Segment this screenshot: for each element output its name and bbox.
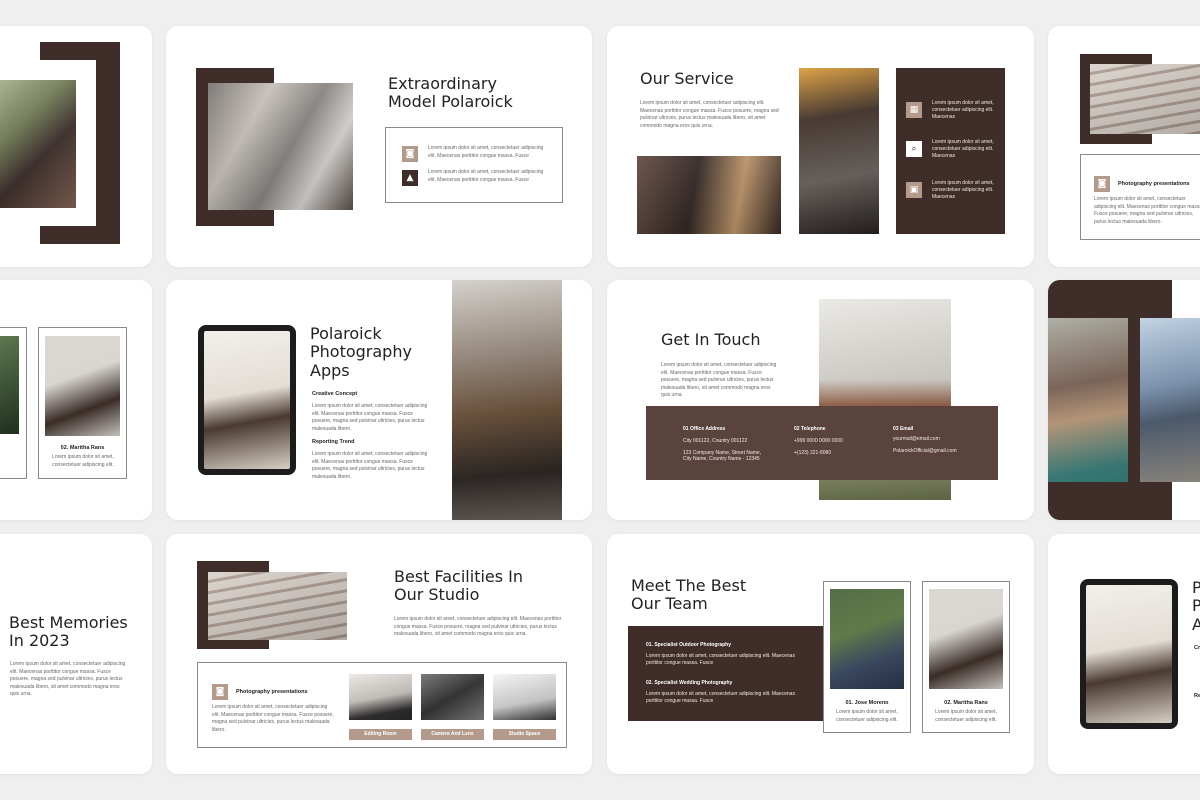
slide-thumbnail-memories[interactable]: Best Memories In 2023 Lorem ipsum dolor … bbox=[0, 534, 152, 774]
mountain-icon: ▲ bbox=[402, 170, 418, 186]
camera-icon: ◙ bbox=[212, 684, 228, 700]
reporting-trend-label: Reporting Trend bbox=[312, 439, 355, 445]
tablet-mockup bbox=[198, 325, 296, 475]
memories-title: Best Memories In 2023 bbox=[9, 613, 128, 651]
trend-label-partial: Re bbox=[1194, 693, 1200, 699]
slide-thumbnail-team-left[interactable]: 02. Maritha Rans Lorem ipsum dolor sit a… bbox=[0, 280, 152, 520]
camera-icon: ◙ bbox=[1094, 176, 1110, 192]
editing-room-photo bbox=[349, 674, 412, 720]
team-dark-panel bbox=[628, 626, 824, 721]
team-item-2-label: 02. Specialist Wedding Photography bbox=[646, 680, 733, 686]
slide-thumbnail-presentation-right[interactable]: ◙ Photography presentations Lorem ipsum … bbox=[1048, 26, 1200, 267]
calendar-icon: ▦ bbox=[906, 102, 922, 118]
creative-concept-label: Creative Concept bbox=[312, 391, 358, 397]
member-name-1: 01. Jose Moreno bbox=[845, 700, 889, 706]
member-text: Lorem ipsum dolor sit amet, consectetuer… bbox=[52, 454, 114, 468]
apps-title: Polaroick Photography Apps bbox=[310, 324, 412, 380]
studio-space-label: Studio Space bbox=[493, 729, 556, 740]
presentation-heading: Photography presentations bbox=[1118, 181, 1190, 187]
model-title: Extraordinary Model Polaroick bbox=[388, 74, 513, 112]
member-photo-jose bbox=[830, 589, 904, 689]
contact-title: Get In Touch bbox=[661, 330, 761, 349]
slide-thumbnail-service[interactable]: Our Service Lorem ipsum dolor sit amet, … bbox=[607, 26, 1034, 267]
apps-title-partial: P P A bbox=[1192, 578, 1200, 634]
email-line1: yourmail@email.com bbox=[893, 436, 940, 442]
woman-camera-photo bbox=[637, 156, 781, 234]
slide-thumbnail-dark-portraits[interactable] bbox=[1048, 280, 1200, 520]
slide-thumbnail-model[interactable]: Extraordinary Model Polaroick ◙ Lorem ip… bbox=[166, 26, 592, 267]
studio-space-photo bbox=[493, 674, 556, 720]
model-building-photo bbox=[208, 83, 353, 210]
slide-thumbnail-facilities[interactable]: Best Facilities In Our Studio Lorem ipsu… bbox=[166, 534, 592, 774]
tablet-screen-photo bbox=[1086, 585, 1172, 723]
email-label: 03 Email bbox=[893, 426, 914, 432]
team-title: Meet The Best Our Team bbox=[631, 576, 747, 614]
camera-icon: ◙ bbox=[402, 146, 418, 162]
office-address-line1: City 001122, Country 001122 bbox=[683, 438, 748, 444]
seated-man-photo bbox=[1140, 318, 1200, 482]
stairs-model-photo bbox=[1090, 64, 1200, 134]
tablet-screen-photo bbox=[204, 331, 290, 469]
man-hat-photo bbox=[799, 68, 879, 234]
service-side-item-3: Lorem ipsum dolor sit amet, consectetuer… bbox=[932, 180, 994, 200]
editing-room-label: Editing Room bbox=[349, 729, 412, 740]
team-item-1-label: 01. Specialist Outdoor Photography bbox=[646, 642, 732, 648]
memories-body-text: Lorem ipsum dolor sit amet, consectetuer… bbox=[10, 661, 126, 697]
model-info-box bbox=[385, 127, 563, 203]
telephone-label: 02 Telephone bbox=[794, 426, 826, 432]
service-side-item-2: Lorem ipsum dolor sit amet, consectetuer… bbox=[932, 139, 994, 159]
team-item-1-text: Lorem ipsum dolor sit amet, consectetuer… bbox=[646, 653, 795, 666]
office-address-label: 01 Office Address bbox=[683, 426, 726, 432]
dancing-woman-photo bbox=[1048, 318, 1128, 482]
facilities-box-heading: Photography presentations bbox=[236, 689, 308, 695]
telephone-line1: +999 0000 0000 0000 bbox=[794, 438, 843, 444]
slide-thumbnail-bracket-portrait[interactable] bbox=[0, 26, 152, 267]
concept-label-partial: Cr bbox=[1194, 645, 1200, 651]
creative-concept-text: Lorem ipsum dolor sit amet, consectetuer… bbox=[312, 403, 428, 432]
service-side-item-1: Lorem ipsum dolor sit amet, consectetuer… bbox=[932, 100, 994, 120]
member-name-2: 02. Maritha Rans bbox=[944, 700, 988, 706]
member-name: 02. Maritha Rans bbox=[60, 445, 105, 451]
office-address-line3: City Name, Country Name - 12345 bbox=[683, 456, 760, 462]
camera-lens-photo bbox=[421, 674, 484, 720]
team-item-2-text: Lorem ipsum dolor sit amet, consectetuer… bbox=[646, 691, 795, 704]
reporting-trend-text: Lorem ipsum dolor sit amet, consectetuer… bbox=[312, 451, 428, 480]
email-line2: PolaroickOfficial@gmail.com bbox=[893, 448, 957, 454]
contact-body-text: Lorem ipsum dolor sit amet, consectetuer… bbox=[661, 362, 777, 398]
member-photo-maritha bbox=[45, 336, 120, 436]
model-item-2-text: Lorem ipsum dolor sit amet, consectetuer… bbox=[428, 169, 544, 183]
slide-thumbnail-contact[interactable]: Get In Touch Lorem ipsum dolor sit amet,… bbox=[607, 280, 1034, 520]
presentation-body: Lorem ipsum dolor sit amet, consectetuer… bbox=[1094, 196, 1200, 225]
facilities-title: Best Facilities In Our Studio bbox=[394, 567, 524, 605]
woman-portrait-photo bbox=[0, 80, 76, 208]
member-text-1: Lorem ipsum dolor sit amet, consectetuer… bbox=[836, 709, 898, 723]
member-photo-partial bbox=[0, 336, 19, 434]
woman-coat-photo bbox=[452, 280, 562, 520]
tablet-mockup bbox=[1080, 579, 1178, 729]
camera-lens-label: Camera And Lens bbox=[421, 729, 484, 740]
model-item-1-text: Lorem ipsum dolor sit amet, consectetuer… bbox=[428, 145, 544, 159]
member-text-2: Lorem ipsum dolor sit amet, consectetuer… bbox=[935, 709, 997, 723]
facilities-box-body: Lorem ipsum dolor sit amet, consectetuer… bbox=[212, 704, 334, 733]
stairs-model-photo bbox=[208, 572, 347, 640]
search-icon: ⌕ bbox=[906, 141, 922, 157]
service-body-text: Lorem ipsum dolor sit amet, consectetuer… bbox=[640, 100, 779, 129]
member-photo-maritha bbox=[929, 589, 1003, 689]
slide-thumbnail-apps-right[interactable]: P P A Cr Re bbox=[1048, 534, 1200, 774]
facilities-body-text: Lorem ipsum dolor sit amet, consectetuer… bbox=[394, 616, 562, 637]
telephone-line2: +(123) 321-8080 bbox=[794, 450, 832, 456]
service-title: Our Service bbox=[640, 69, 734, 88]
slide-thumbnail-team[interactable]: Meet The Best Our Team 01. Specialist Ou… bbox=[607, 534, 1034, 774]
image-icon: ▣ bbox=[906, 182, 922, 198]
slide-thumbnail-apps[interactable]: Polaroick Photography Apps Creative Conc… bbox=[166, 280, 592, 520]
